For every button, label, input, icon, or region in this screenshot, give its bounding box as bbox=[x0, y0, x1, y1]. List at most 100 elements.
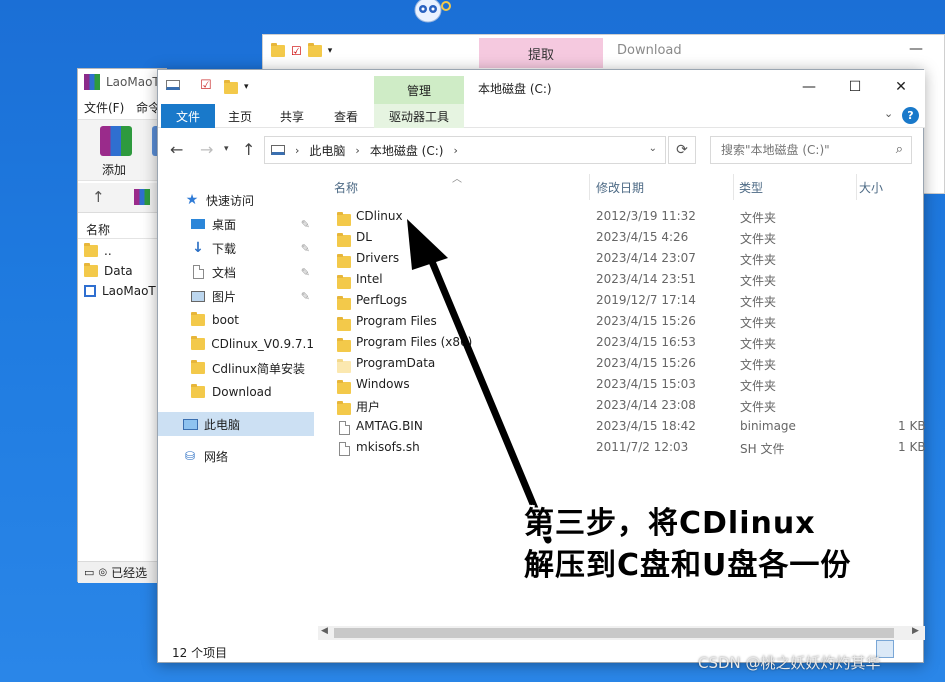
list-item[interactable]: Data bbox=[84, 261, 133, 281]
column-header[interactable]: 名称 bbox=[78, 219, 168, 239]
breadcrumb-drive[interactable]: 本地磁盘 (C:) bbox=[370, 142, 444, 159]
maximize-button[interactable]: ☐ bbox=[832, 74, 878, 100]
file-type: 文件夹 bbox=[740, 337, 777, 351]
folder-icon bbox=[337, 272, 351, 289]
folder-icon bbox=[337, 314, 351, 331]
title-bar: LaoMaoT bbox=[78, 69, 168, 95]
table-row[interactable]: Intel 2023/4/14 23:51 文件夹 bbox=[328, 269, 925, 290]
properties-icon[interactable]: ☑ bbox=[200, 78, 212, 93]
file-type: 文件夹 bbox=[740, 379, 777, 393]
nav-item[interactable]: boot bbox=[158, 308, 314, 332]
breadcrumb-this-pc[interactable]: 此电脑 bbox=[309, 142, 345, 159]
table-row[interactable]: Windows 2023/4/15 15:03 文件夹 bbox=[328, 374, 925, 395]
tab-drive-tools[interactable]: 驱动器工具 bbox=[374, 104, 464, 128]
desktop-mascot-icon bbox=[408, 0, 452, 24]
column-date[interactable]: 修改日期 bbox=[596, 174, 734, 200]
file-name: Intel bbox=[356, 272, 383, 286]
nav-item[interactable]: ↓ 下载 ✎ bbox=[158, 236, 314, 260]
file-type: 文件夹 bbox=[740, 316, 777, 330]
nav-item[interactable]: Cdlinux简单安装 bbox=[158, 356, 314, 380]
drive-icon bbox=[166, 80, 180, 90]
nav-label: 下载 bbox=[212, 241, 237, 256]
nav-item[interactable]: 图片 ✎ bbox=[158, 284, 314, 308]
table-row[interactable]: mkisofs.sh 2011/7/2 12:03 SH 文件 1 KB bbox=[328, 437, 926, 458]
column-name[interactable]: 名称 bbox=[334, 174, 590, 200]
nav-item[interactable]: CDlinux_V0.9.7.1 bbox=[158, 332, 314, 356]
pin-icon[interactable]: ✎ bbox=[301, 218, 310, 231]
new-folder-icon[interactable] bbox=[224, 80, 238, 94]
file-type: 文件夹 bbox=[740, 253, 777, 267]
pin-icon[interactable]: ✎ bbox=[301, 242, 310, 255]
archive-window[interactable]: LaoMaoT 文件(F) 命令 添加 ↑ 名称 .. Data LaoMaoT… bbox=[77, 68, 168, 583]
tab-file[interactable]: 文件 bbox=[161, 104, 215, 128]
file-date: 2023/4/15 4:26 bbox=[596, 230, 689, 244]
file-date: 2011/7/2 12:03 bbox=[596, 440, 689, 454]
table-row[interactable]: Program Files (x86) 2023/4/15 16:53 文件夹 bbox=[328, 332, 925, 353]
horizontal-scrollbar[interactable]: ◀ ▶ bbox=[318, 626, 925, 640]
tab-manage[interactable]: 管理 bbox=[374, 76, 464, 104]
column-size[interactable]: 大小 bbox=[859, 174, 925, 200]
navigation-bar: ← → ▾ ↑ › 此电脑 › 本地磁盘 (C:) › ⌄ ⟳ ⌕ bbox=[158, 130, 925, 170]
folder-icon bbox=[271, 43, 285, 57]
tab-extract[interactable]: 提取 bbox=[479, 38, 603, 68]
up-arrow-icon[interactable]: ↑ bbox=[242, 140, 255, 159]
add-archive-icon[interactable] bbox=[100, 126, 132, 156]
search-box[interactable]: ⌕ bbox=[710, 136, 912, 164]
expand-ribbon-icon[interactable]: ⌄ bbox=[884, 107, 893, 120]
title-bar: ☑ ▾ 管理 本地磁盘 (C:) — ☐ ✕ bbox=[158, 70, 925, 104]
list-item[interactable]: .. bbox=[84, 241, 112, 261]
file-type: 文件夹 bbox=[740, 358, 777, 372]
search-icon[interactable]: ⌕ bbox=[896, 142, 903, 157]
nav-item[interactable]: 桌面 ✎ bbox=[158, 212, 314, 236]
menu-file[interactable]: 文件(F) bbox=[84, 101, 124, 115]
search-input[interactable] bbox=[719, 142, 889, 158]
table-row[interactable]: ProgramData 2023/4/15 15:26 文件夹 bbox=[328, 353, 925, 374]
file-name: ProgramData bbox=[356, 356, 436, 370]
column-name[interactable]: 名称 bbox=[86, 221, 110, 238]
tab-home[interactable]: 主页 bbox=[220, 104, 260, 128]
table-row[interactable]: PerfLogs 2019/12/7 17:14 文件夹 bbox=[328, 290, 925, 311]
table-row[interactable]: Program Files 2023/4/15 15:26 文件夹 bbox=[328, 311, 925, 332]
close-button[interactable]: ✕ bbox=[878, 74, 924, 100]
column-type[interactable]: 类型 bbox=[739, 174, 857, 200]
scroll-right-icon[interactable]: ▶ bbox=[912, 626, 919, 636]
tab-view[interactable]: 查看 bbox=[326, 104, 366, 128]
table-row[interactable]: Drivers 2023/4/14 23:07 文件夹 bbox=[328, 248, 925, 269]
nav-network[interactable]: ⛁ 网络 bbox=[158, 444, 314, 468]
table-row[interactable]: DL 2023/4/15 4:26 文件夹 bbox=[328, 227, 925, 248]
table-row[interactable]: 用户 2023/4/14 23:08 文件夹 bbox=[328, 395, 925, 416]
up-arrow-icon[interactable]: ↑ bbox=[92, 188, 105, 206]
table-row[interactable]: CDlinux 2012/3/19 11:32 文件夹 bbox=[328, 206, 925, 227]
chevron-down-icon[interactable]: ⌄ bbox=[649, 143, 657, 154]
file-name: mkisofs.sh bbox=[356, 440, 420, 454]
nav-this-pc[interactable]: 此电脑 bbox=[158, 412, 314, 436]
chevron-down-icon[interactable]: ▾ bbox=[244, 82, 249, 92]
refresh-button[interactable]: ⟳ bbox=[668, 136, 696, 164]
file-icon bbox=[339, 439, 353, 456]
desktop-icon bbox=[190, 217, 206, 231]
minimize-button[interactable]: — bbox=[909, 41, 923, 57]
file-name: AMTAG.BIN bbox=[356, 419, 423, 433]
add-button-label[interactable]: 添加 bbox=[102, 161, 126, 178]
forward-arrow-icon[interactable]: → bbox=[200, 140, 213, 159]
file-date: 2023/4/15 15:26 bbox=[596, 314, 696, 328]
table-row[interactable]: AMTAG.BIN 2023/4/15 18:42 binimage 1 KB bbox=[328, 416, 926, 437]
tab-share[interactable]: 共享 bbox=[272, 104, 312, 128]
pin-icon[interactable]: ✎ bbox=[301, 266, 310, 279]
nav-item[interactable]: 文档 ✎ bbox=[158, 260, 314, 284]
nav-item[interactable]: Download bbox=[158, 380, 314, 404]
scroll-left-icon[interactable]: ◀ bbox=[321, 626, 328, 636]
list-item[interactable]: LaoMaoT bbox=[84, 281, 156, 301]
nav-label: Download bbox=[212, 385, 272, 399]
file-type: 文件夹 bbox=[740, 274, 777, 288]
nav-quick-access[interactable]: ★ 快速访问 bbox=[158, 188, 314, 212]
item-label: Data bbox=[104, 264, 133, 278]
pin-icon[interactable]: ✎ bbox=[301, 290, 310, 303]
disk-image-icon bbox=[84, 285, 96, 297]
back-arrow-icon[interactable]: ← bbox=[170, 140, 183, 159]
recent-locations-icon[interactable]: ▾ bbox=[224, 144, 229, 154]
help-icon[interactable]: ? bbox=[902, 107, 919, 124]
scrollbar-thumb[interactable] bbox=[334, 628, 894, 638]
address-bar[interactable]: › 此电脑 › 本地磁盘 (C:) › ⌄ bbox=[264, 136, 666, 164]
minimize-button[interactable]: — bbox=[786, 74, 832, 100]
